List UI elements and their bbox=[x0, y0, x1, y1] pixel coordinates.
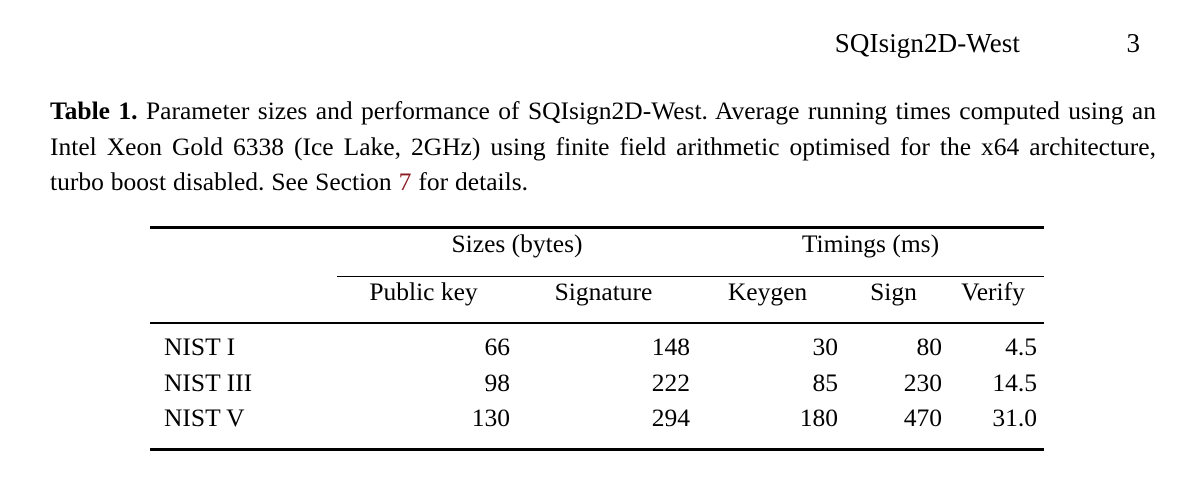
table-body-bottom-spacer bbox=[150, 439, 1044, 450]
cell-scheme: NIST V bbox=[164, 403, 245, 432]
caption-text-after-xref: for details. bbox=[411, 167, 528, 196]
cell-verify: 4.5 bbox=[1005, 332, 1037, 361]
group-header-timings: Timings (ms) bbox=[801, 229, 940, 258]
cell-keygen: 180 bbox=[799, 403, 838, 432]
cell-public-key: 130 bbox=[471, 403, 510, 432]
cell-keygen: 85 bbox=[812, 367, 839, 397]
page-running-head: SQIsign2D-West 3 bbox=[60, 28, 1140, 68]
group-header-empty bbox=[150, 229, 337, 277]
table-row: NIST I 66 148 30 80 4.5 bbox=[150, 332, 1044, 368]
table-row: NIST III 98 222 85 230 14.5 bbox=[150, 368, 1044, 404]
cell-sign: 80 bbox=[916, 332, 943, 361]
column-header-public-key: Public key bbox=[369, 277, 478, 306]
cell-scheme: NIST I bbox=[164, 332, 236, 361]
running-head-title: SQIsign2D-West bbox=[834, 28, 1020, 58]
table-1-container: Sizes (bytes) Timings (ms) Public key Si… bbox=[150, 226, 1044, 452]
cell-signature: 294 bbox=[651, 403, 690, 432]
cell-public-key: 66 bbox=[484, 332, 511, 361]
cell-signature: 148 bbox=[651, 332, 690, 361]
caption-text-before-xref: Parameter sizes and performance of SQIsi… bbox=[50, 96, 1157, 196]
group-header-sizes: Sizes (bytes) bbox=[451, 229, 583, 258]
page-number: 3 bbox=[1126, 28, 1141, 58]
cell-keygen: 30 bbox=[812, 332, 839, 361]
table-bottom-rule bbox=[150, 447, 1044, 452]
table-column-header-row: Public key Signature Keygen Sign Verify bbox=[150, 277, 1044, 323]
column-header-signature: Signature bbox=[554, 277, 653, 306]
column-header-scheme bbox=[150, 277, 337, 323]
table-body-top-spacer bbox=[150, 324, 1044, 332]
cell-sign: 230 bbox=[903, 367, 942, 397]
section-cross-reference-link[interactable]: 7 bbox=[399, 167, 412, 196]
cell-public-key: 98 bbox=[484, 367, 511, 397]
table-caption: Table 1. Parameter sizes and performance… bbox=[50, 93, 1156, 200]
cell-sign: 470 bbox=[903, 403, 942, 432]
caption-label: Table 1. bbox=[50, 96, 138, 125]
cell-signature: 222 bbox=[651, 367, 690, 397]
cell-scheme: NIST III bbox=[164, 367, 253, 397]
column-header-sign: Sign bbox=[870, 277, 917, 306]
column-header-keygen: Keygen bbox=[727, 277, 808, 306]
cell-verify: 14.5 bbox=[992, 367, 1037, 397]
table-group-header-row: Sizes (bytes) Timings (ms) bbox=[150, 229, 1044, 277]
cell-verify: 31.0 bbox=[992, 403, 1037, 432]
table-row: NIST V 130 294 180 470 31.0 bbox=[150, 403, 1044, 439]
column-header-verify: Verify bbox=[961, 277, 1025, 306]
parameter-performance-table: Sizes (bytes) Timings (ms) Public key Si… bbox=[150, 226, 1044, 452]
